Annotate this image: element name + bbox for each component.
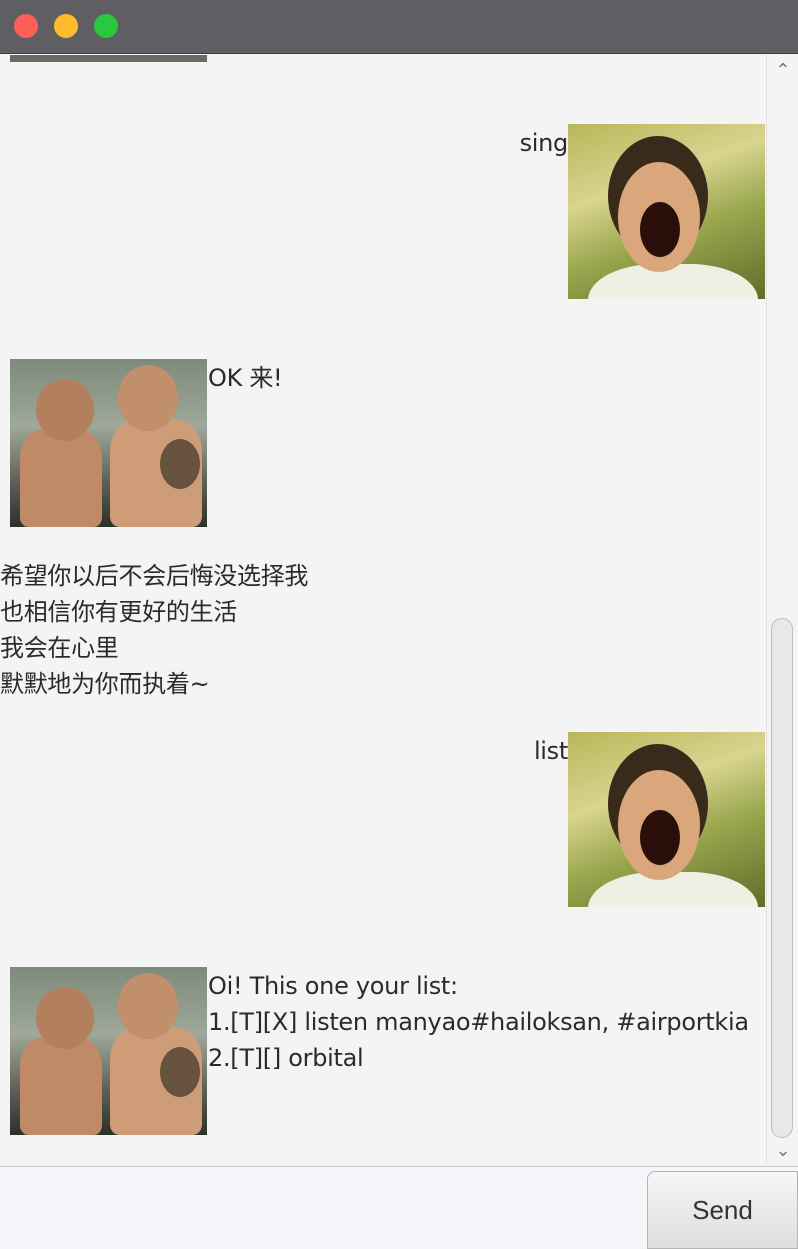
input-bar: Send bbox=[0, 1166, 798, 1249]
chevron-up-icon[interactable]: ⌃ bbox=[767, 59, 798, 83]
message-input[interactable] bbox=[0, 1167, 640, 1249]
send-button[interactable]: Send bbox=[647, 1171, 798, 1249]
minimize-window-button[interactable] bbox=[54, 14, 78, 38]
chevron-down-icon[interactable]: ⌄ bbox=[767, 1139, 798, 1163]
user-avatar bbox=[568, 732, 765, 907]
user-avatar bbox=[568, 124, 765, 299]
scrollbar-thumb[interactable] bbox=[771, 618, 793, 1138]
vertical-scrollbar[interactable]: ⌃ ⌄ bbox=[766, 55, 798, 1165]
window-titlebar bbox=[0, 0, 798, 54]
user-message-text: list bbox=[533, 737, 568, 765]
bot-lyrics-text: 希望你以后不会后悔没选择我 也相信你有更好的生活 我会在心里 默默地为你而执着~ bbox=[0, 562, 309, 698]
bot-avatar bbox=[10, 967, 207, 1135]
chat-area[interactable]: sing OK 来! 希望你以后不会后悔没选择我 也相信你有更好的生活 我会在心… bbox=[0, 55, 766, 1165]
user-message-text: sing bbox=[519, 129, 569, 157]
bot-message-text: OK 来! bbox=[208, 364, 283, 392]
maximize-window-button[interactable] bbox=[94, 14, 118, 38]
bot-message-text: Oi! This one your list: 1.[T][X] listen … bbox=[208, 972, 749, 1072]
close-window-button[interactable] bbox=[14, 14, 38, 38]
bot-avatar bbox=[10, 359, 207, 527]
bot-avatar-partial bbox=[10, 55, 207, 62]
